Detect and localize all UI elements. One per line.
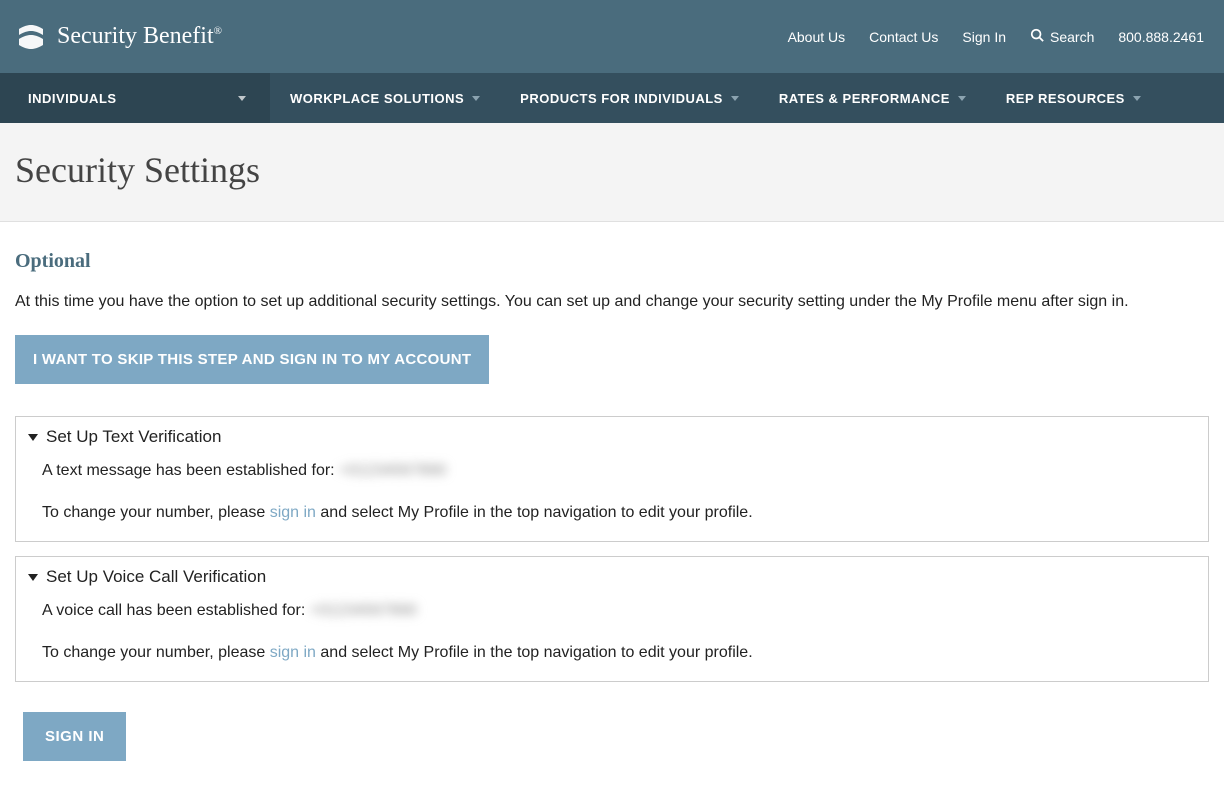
text-verification-toggle[interactable]: Set Up Text Verification — [28, 427, 1196, 447]
chevron-down-icon — [1133, 96, 1141, 101]
text-verification-body: A text message has been established for:… — [28, 459, 1196, 525]
caret-down-icon — [28, 434, 38, 441]
panel-title: Set Up Voice Call Verification — [46, 567, 266, 587]
logo[interactable]: Security Benefit® — [15, 21, 222, 53]
voice-verification-body: A voice call has been established for: +… — [28, 599, 1196, 665]
nav-rates-performance[interactable]: RATES & PERFORMANCE — [759, 73, 986, 123]
nav-items: WORKPLACE SOLUTIONS PRODUCTS FOR INDIVID… — [270, 73, 1161, 123]
optional-heading: Optional — [15, 250, 1209, 273]
nav-workplace-solutions[interactable]: WORKPLACE SOLUTIONS — [270, 73, 500, 123]
top-links: About Us Contact Us Sign In Search 800.8… — [788, 28, 1204, 45]
nav-item-label: PRODUCTS FOR INDIVIDUALS — [520, 91, 723, 106]
nav-bar: INDIVIDUALS WORKPLACE SOLUTIONS PRODUCTS… — [0, 73, 1224, 123]
skip-button[interactable]: I WANT TO SKIP THIS STEP AND SIGN IN TO … — [15, 335, 489, 384]
search-icon — [1030, 28, 1044, 45]
caret-down-icon — [28, 574, 38, 581]
content: Optional At this time you have the optio… — [0, 222, 1224, 789]
signin-inline-link[interactable]: sign in — [270, 644, 316, 661]
phone-link[interactable]: 800.888.2461 — [1118, 29, 1204, 45]
change-instructions: To change your number, please sign in an… — [42, 501, 1196, 525]
change-instructions: To change your number, please sign in an… — [42, 641, 1196, 665]
nav-individuals-dropdown[interactable]: INDIVIDUALS — [0, 73, 270, 123]
search-link[interactable]: Search — [1030, 28, 1094, 45]
nav-products-individuals[interactable]: PRODUCTS FOR INDIVIDUALS — [500, 73, 759, 123]
voice-verification-toggle[interactable]: Set Up Voice Call Verification — [28, 567, 1196, 587]
established-text: A voice call has been established for: +… — [42, 599, 1196, 623]
top-header: Security Benefit® About Us Contact Us Si… — [0, 0, 1224, 73]
chevron-down-icon — [472, 96, 480, 101]
chevron-down-icon — [238, 96, 246, 101]
search-label: Search — [1050, 29, 1094, 45]
nav-individuals-label: INDIVIDUALS — [28, 91, 117, 106]
chevron-down-icon — [958, 96, 966, 101]
brand-name: Security Benefit® — [57, 23, 222, 50]
signin-inline-link[interactable]: sign in — [270, 504, 316, 521]
voice-verification-panel: Set Up Voice Call Verification A voice c… — [15, 556, 1209, 682]
contact-link[interactable]: Contact Us — [869, 29, 938, 45]
panel-title: Set Up Text Verification — [46, 427, 221, 447]
description-text: At this time you have the option to set … — [15, 291, 1209, 313]
signin-link[interactable]: Sign In — [962, 29, 1006, 45]
about-link[interactable]: About Us — [788, 29, 846, 45]
page-title: Security Settings — [15, 149, 1209, 191]
masked-phone: +01234567890 — [339, 462, 446, 479]
nav-item-label: WORKPLACE SOLUTIONS — [290, 91, 464, 106]
nav-item-label: RATES & PERFORMANCE — [779, 91, 950, 106]
chevron-down-icon — [731, 96, 739, 101]
nav-rep-resources[interactable]: REP RESOURCES — [986, 73, 1161, 123]
text-verification-panel: Set Up Text Verification A text message … — [15, 416, 1209, 542]
masked-phone: +01234567890 — [310, 602, 417, 619]
signin-button[interactable]: SIGN IN — [23, 712, 126, 761]
established-text: A text message has been established for:… — [42, 459, 1196, 483]
nav-item-label: REP RESOURCES — [1006, 91, 1125, 106]
logo-icon — [15, 21, 47, 53]
page-header: Security Settings — [0, 123, 1224, 222]
